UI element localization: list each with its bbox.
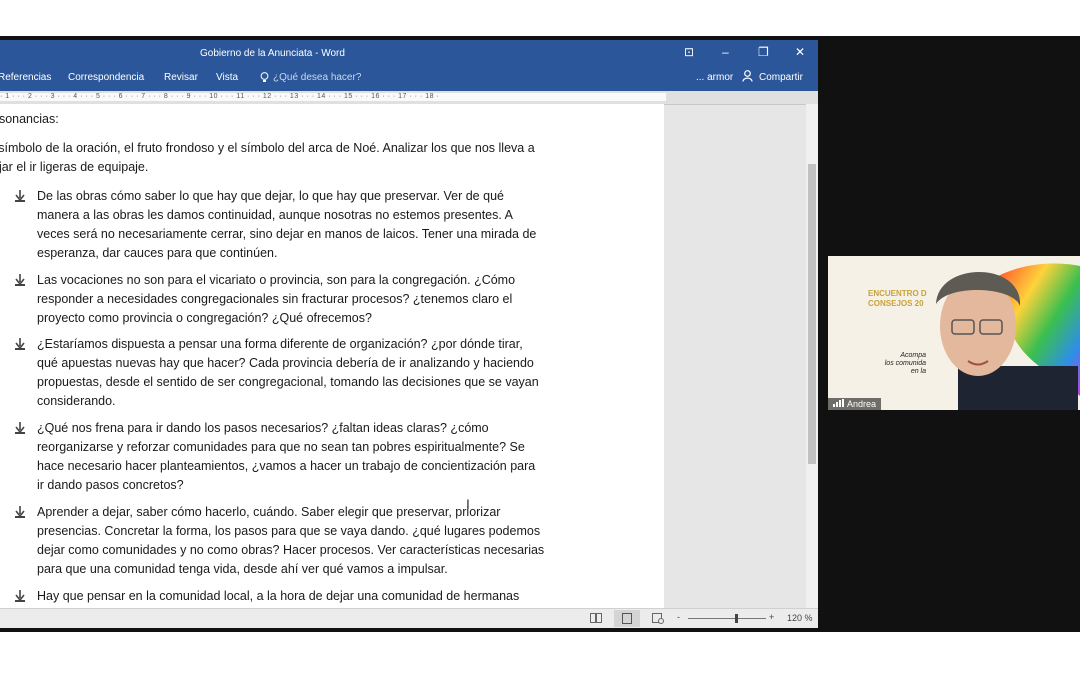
list-item-line: presencias. Concretar la forma, los paso… (37, 524, 541, 538)
lightbulb-icon (260, 72, 269, 86)
participant-name-label: Andrea (828, 398, 882, 410)
web-layout-icon[interactable] (652, 613, 664, 626)
bullet-icon (14, 422, 28, 436)
title-bar: Gobierno de la Anunciata - Word ⊡ – ❐ ✕ (0, 40, 818, 67)
word-window: Gobierno de la Anunciata - Word ⊡ – ❐ ✕ … (0, 40, 818, 628)
list-item-line: Hay que pensar en la comunidad local, a … (37, 589, 520, 603)
list-item-line: ¿Qué nos frena para ir dando los pasos n… (37, 421, 489, 435)
bullet-icon (14, 506, 28, 520)
list-item-line: De las obras cómo saber lo que hay que d… (37, 189, 504, 203)
zoom-level[interactable]: 120 % (787, 613, 813, 623)
bullet-icon (14, 338, 28, 352)
list-item-line: Las vocaciones no son para el vicariato … (37, 273, 516, 287)
ruler: · 1 · · · 2 · · · 3 · · · 4 · · · 5 · · … (0, 91, 818, 105)
restore-button[interactable]: ❐ (758, 45, 769, 59)
minimize-button[interactable]: – (722, 45, 729, 59)
background-banner-text: ENCUENTRO D CONSEJOS 20 (868, 289, 927, 308)
tab-vista[interactable]: Vista (216, 72, 238, 83)
print-layout-button[interactable] (614, 610, 640, 627)
zoom-slider-thumb[interactable] (734, 614, 738, 623)
list-item-line: responder a necesidades congregacionales… (37, 292, 513, 306)
close-button[interactable]: ✕ (795, 45, 805, 59)
list-item-line: qué apuestas nuevas hay que hacer? Cada … (37, 356, 534, 370)
list-item-line: reorganizarse y reforzar comunidades par… (37, 440, 525, 454)
ribbon-display-icon[interactable]: ⊡ (684, 45, 694, 59)
scroll-thumb[interactable] (808, 164, 816, 464)
share-label: Compartir (759, 72, 803, 83)
status-bar: - + 120 % (0, 608, 818, 628)
text-cursor-icon: I (466, 496, 470, 512)
bullet-icon (14, 190, 28, 204)
ribbon-tabs: Referencias Correspondencia Revisar Vist… (0, 67, 818, 91)
document-page[interactable]: esonancias: l símbolo de la oración, el … (0, 104, 664, 608)
tab-revisar[interactable]: Revisar (164, 72, 198, 83)
tab-referencias[interactable]: Referencias (0, 72, 51, 83)
participant-video-feed (828, 256, 1080, 410)
bullet-icon (14, 590, 28, 604)
zoom-slider[interactable] (688, 614, 766, 623)
tell-me-input[interactable]: ¿Qué desea hacer? (273, 72, 361, 83)
read-mode-icon[interactable] (590, 613, 602, 625)
list-item-line: esperanza, dar cauces para que continúen… (37, 246, 278, 260)
list-item-line: veces será no necesariamente cerrar, sin… (37, 227, 537, 241)
list-item-line: ¿Estaríamos dispuesta a pensar una forma… (37, 337, 523, 351)
bullet-icon (14, 274, 28, 288)
section-heading: esonancias: (0, 112, 59, 126)
list-item-line: considerando. (37, 394, 116, 408)
list-item-line: para que una comunidad tenga vida, desde… (37, 562, 448, 576)
zoom-in-button[interactable]: + (769, 612, 774, 622)
intro-line: ejar el ir ligeras de equipaje. (0, 160, 149, 174)
list-item-line: ir dando pasos concretos? (37, 478, 184, 492)
vertical-scrollbar[interactable] (806, 104, 818, 608)
list-item-line: manera a las obras les damos continuidad… (37, 208, 513, 222)
signal-bars-icon (833, 399, 847, 409)
background-caption-text: Acompa los comunida en la (884, 352, 926, 375)
ruler-marks: · 1 · · · 2 · · · 3 · · · 4 · · · 5 · · … (0, 93, 666, 101)
video-tile[interactable]: ENCUENTRO D CONSEJOS 20 Acompa los comun… (828, 256, 1080, 410)
zoom-out-button[interactable]: - (677, 612, 680, 622)
list-item-line: dejar como comunidades y no como obras? … (37, 543, 545, 557)
list-item-line: proyecto como provincia o congregación? … (37, 311, 372, 325)
tab-correspondencia[interactable]: Correspondencia (68, 72, 144, 83)
user-account[interactable]: ... armor (696, 72, 733, 83)
list-item-line: propuestas, desde el sentido de ser cong… (37, 375, 539, 389)
person-icon (742, 70, 753, 85)
list-item-line: hace necesario hacer planteamientos, ¿va… (37, 459, 536, 473)
participant-name: Andrea (847, 399, 877, 409)
window-title: Gobierno de la Anunciata - Word (200, 48, 345, 59)
list-item-line: Aprender a dejar, saber cómo hacerlo, cu… (37, 505, 501, 519)
intro-line: l símbolo de la oración, el fruto frondo… (0, 141, 535, 155)
